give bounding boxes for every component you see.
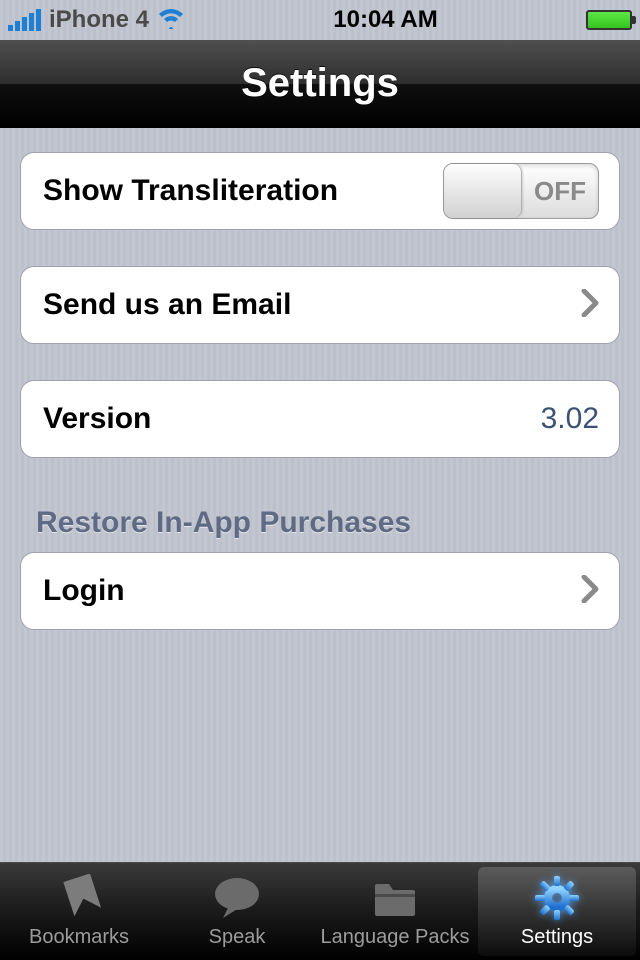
chevron-right-icon <box>581 284 599 326</box>
row-send-email[interactable]: Send us an Email <box>20 266 620 344</box>
status-time: 10:04 AM <box>333 6 437 34</box>
status-left: iPhone 4 <box>8 6 185 34</box>
signal-icon <box>8 9 41 31</box>
settings-content: Show Transliteration OFF Send us an Emai… <box>0 128 640 654</box>
page-title: Settings <box>241 61 399 106</box>
login-label: Login <box>43 574 125 608</box>
folder-icon <box>369 872 421 924</box>
navigation-bar: Settings <box>0 40 640 128</box>
tab-bar: Bookmarks Speak Language Packs <box>0 862 640 960</box>
version-value: 3.02 <box>541 402 599 436</box>
toggle-knob <box>444 164 522 218</box>
toggle-state-label: OFF <box>522 176 598 207</box>
tab-bookmarks-label: Bookmarks <box>29 926 129 951</box>
speech-bubble-icon <box>211 872 263 924</box>
tab-speak-label: Speak <box>209 926 266 951</box>
send-email-label: Send us an Email <box>43 288 291 322</box>
row-version: Version 3.02 <box>20 380 620 458</box>
transliteration-label: Show Transliteration <box>43 174 338 208</box>
status-bar: iPhone 4 10:04 AM <box>0 0 640 40</box>
battery-icon <box>586 10 632 30</box>
version-label: Version <box>43 402 151 436</box>
carrier-label: iPhone 4 <box>49 6 149 34</box>
tab-bookmarks[interactable]: Bookmarks <box>0 863 158 960</box>
row-login[interactable]: Login <box>20 552 620 630</box>
transliteration-toggle[interactable]: OFF <box>443 163 599 219</box>
gear-icon <box>533 872 581 924</box>
bookmark-icon <box>57 872 101 924</box>
chevron-right-icon <box>581 570 599 612</box>
tab-language-packs-label: Language Packs <box>320 926 469 951</box>
section-header-restore: Restore In-App Purchases <box>20 498 620 552</box>
wifi-icon <box>157 7 185 33</box>
tab-language-packs[interactable]: Language Packs <box>316 863 474 960</box>
row-show-transliteration: Show Transliteration OFF <box>20 152 620 230</box>
tab-settings-label: Settings <box>521 926 593 951</box>
tab-speak[interactable]: Speak <box>158 863 316 960</box>
tab-settings[interactable]: Settings <box>478 867 636 956</box>
